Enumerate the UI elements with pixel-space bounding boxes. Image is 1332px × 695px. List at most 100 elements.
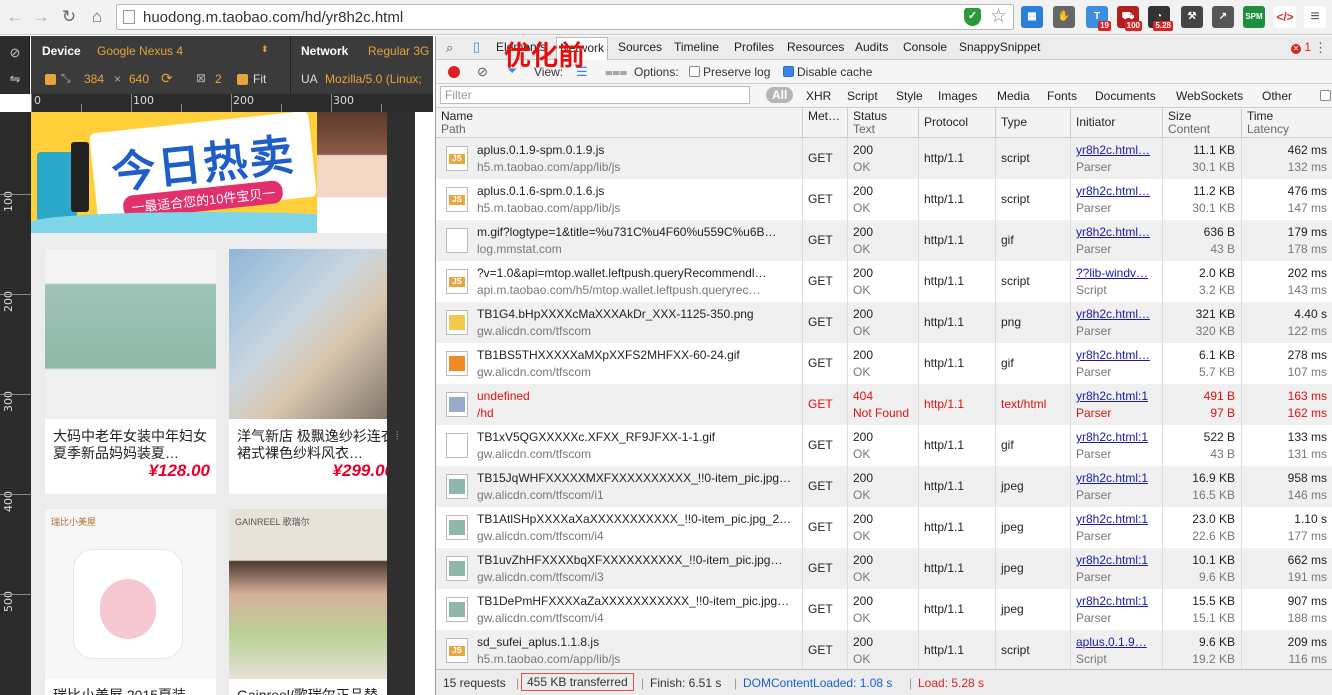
initiator-cell[interactable]: aplus.0.1.9… Script — [1070, 630, 1162, 671]
hot-sale-banner[interactable]: 今日热卖 一最适合您的10件宝贝一 — [31, 112, 387, 233]
col-status[interactable]: Status Text — [847, 108, 918, 138]
resolution-checkbox[interactable] — [45, 74, 56, 85]
clear-icon[interactable]: ⊘ — [477, 64, 488, 80]
tab-console[interactable]: Console — [903, 40, 947, 54]
overview-icon[interactable]: ⩶ — [605, 64, 627, 80]
tab-audits[interactable]: Audits — [855, 40, 888, 54]
table-row[interactable]: TB1G4.bHpXXXXcMaXXXAkDr_XXX-1125-350.png… — [436, 302, 1332, 343]
request-name-cell[interactable]: TB1uvZhHFXXXXbqXFXXXXXXXXXX_!!0-item_pic… — [436, 548, 802, 589]
request-name-cell[interactable]: JS ?v=1.0&api=mtop.wallet.leftpush.queryR… — [436, 261, 802, 302]
code-extension-icon[interactable]: </> — [1274, 6, 1296, 28]
request-name-cell[interactable]: TB1BS5THXXXXXaMXpXXFS2MHFXX-60-24.gif gw.… — [436, 343, 802, 384]
filter-websockets[interactable]: WebSockets — [1176, 89, 1243, 103]
tab-resources[interactable]: Resources — [787, 40, 844, 54]
initiator-cell[interactable]: yr8h2c.html:1 Parser — [1070, 466, 1162, 507]
tab-profiles[interactable]: Profiles — [734, 40, 774, 54]
col-method[interactable]: Met… — [802, 108, 847, 138]
back-icon[interactable]: ← — [4, 6, 26, 28]
filter-xhr[interactable]: XHR — [806, 89, 831, 103]
no-entry-icon[interactable]: ⊘ — [8, 46, 22, 60]
product-card[interactable]: GAINREEL 歌瑞尔 Gainreel/歌瑞尔正品替… — [229, 509, 400, 695]
table-row[interactable]: TB1DePmHFXXXXaZaXXXXXXXXXXX_!!0-item_pic… — [436, 589, 1332, 630]
tab-snappysnippet[interactable]: SnappySnippet — [959, 40, 1040, 54]
col-size[interactable]: Size Content — [1162, 108, 1241, 138]
filter-fonts[interactable]: Fonts — [1047, 89, 1077, 103]
device-mode-icon[interactable]: ▯ — [473, 39, 480, 55]
table-row[interactable]: TB1xV5QGXXXXXc.XFXX_RF9JFXX-1-1.gif gw.al… — [436, 425, 1332, 466]
qr-extension-icon[interactable]: ▦ — [1021, 6, 1043, 28]
table-row[interactable]: TB1BS5THXXXXXaMXpXXFS2MHFXX-60-24.gif gw.… — [436, 343, 1332, 384]
dpr-input[interactable]: 2 — [215, 72, 222, 86]
checkbox-box-checked[interactable] — [783, 66, 794, 77]
table-row[interactable]: JS aplus.0.1.9-spm.0.1.9.js h5.m.taobao.co… — [436, 138, 1332, 179]
initiator-cell[interactable]: ??lib-windv… Script — [1070, 261, 1162, 302]
record-icon[interactable] — [448, 66, 460, 78]
spm-extension-icon[interactable]: SPM — [1243, 6, 1265, 28]
height-input[interactable]: 640 — [129, 72, 149, 86]
url-text[interactable]: huodong.m.taobao.com/hd/yr8h2c.html — [143, 9, 403, 26]
chart-extension-icon[interactable]: ↗ — [1212, 6, 1234, 28]
dock-icon[interactable]: ⋮ — [1314, 40, 1327, 56]
hand-extension-icon[interactable]: ✋ — [1053, 6, 1075, 28]
initiator-cell[interactable]: yr8h2c.html… Parser — [1070, 138, 1162, 179]
forward-icon[interactable]: → — [30, 6, 52, 28]
table-row[interactable]: TB1AtlSHpXXXXaXaXXXXXXXXXXX_!!0-item_pic… — [436, 507, 1332, 548]
width-input[interactable]: 384 — [84, 72, 104, 86]
filter-images[interactable]: Images — [938, 89, 977, 103]
filter-all[interactable]: All — [766, 87, 794, 103]
table-row[interactable]: JS aplus.0.1.6-spm.0.1.6.js h5.m.taobao.co… — [436, 179, 1332, 220]
device-select[interactable]: Google Nexus 4 — [97, 44, 267, 58]
initiator-cell[interactable]: yr8h2c.html:1 Parser — [1070, 548, 1162, 589]
product-card[interactable]: 瑞比小美屋 瑞比小美屋 2015夏装… — [45, 509, 216, 695]
filter-documents[interactable]: Documents — [1095, 89, 1156, 103]
table-row[interactable]: JS sd_sufei_aplus.1.1.8.js h5.m.taobao.com… — [436, 630, 1332, 671]
table-row[interactable]: JS ?v=1.0&api=mtop.wallet.leftpush.queryR… — [436, 261, 1332, 302]
request-name-cell[interactable]: TB1xV5QGXXXXXc.XFXX_RF9JFXX-1-1.gif gw.al… — [436, 425, 802, 466]
grip-icon[interactable]: ⦙ — [396, 430, 398, 443]
col-type[interactable]: Type — [995, 108, 1070, 138]
initiator-cell[interactable]: yr8h2c.html:1 Parser — [1070, 589, 1162, 630]
product-image[interactable]: GAINREEL 歌瑞尔 — [229, 509, 400, 679]
address-bar[interactable]: huodong.m.taobao.com/hd/yr8h2c.html ✓ ☆ — [116, 4, 1014, 30]
product-image[interactable]: 瑞比小美屋 — [45, 509, 216, 679]
initiator-cell[interactable]: yr8h2c.html… Parser — [1070, 179, 1162, 220]
col-initiator[interactable]: Initiator — [1070, 108, 1162, 138]
viewport-resize-strip[interactable]: ⦙ — [387, 112, 415, 695]
tab-timeline[interactable]: Timeline — [674, 40, 719, 54]
request-name-cell[interactable]: JS aplus.0.1.6-spm.0.1.6.js h5.m.taobao.co… — [436, 179, 802, 220]
shield-icon[interactable]: ✓ — [964, 8, 981, 26]
disable-cache-checkbox[interactable]: Disable cache — [783, 65, 872, 79]
initiator-cell[interactable]: yr8h2c.html… Parser — [1070, 343, 1162, 384]
filter-input[interactable]: Filter — [440, 86, 750, 104]
table-row[interactable]: TB15JqWHFXXXXXMXFXXXXXXXXXX_!!0-item_pic… — [436, 466, 1332, 507]
inspect-icon[interactable]: ⌕ — [446, 40, 453, 56]
menu-icon[interactable]: ≡ — [1304, 6, 1326, 28]
checkbox-box[interactable] — [689, 66, 700, 77]
swap-icon[interactable]: ⇋ — [8, 72, 22, 86]
product-image[interactable] — [229, 249, 400, 419]
chevron-updown-icon[interactable]: ⬍ — [261, 44, 269, 55]
request-name-cell[interactable]: JS aplus.0.1.9-spm.0.1.9.js h5.m.taobao.co… — [436, 138, 802, 179]
col-protocol[interactable]: Protocol — [918, 108, 995, 138]
initiator-cell[interactable]: yr8h2c.html… Parser — [1070, 302, 1162, 343]
request-name-cell[interactable]: TB1G4.bHpXXXXcMaXXXAkDr_XXX-1125-350.png… — [436, 302, 802, 343]
filter-style[interactable]: Style — [896, 89, 923, 103]
request-name-cell[interactable]: TB15JqWHFXXXXXMXFXXXXXXXXXX_!!0-item_pic… — [436, 466, 802, 507]
request-name-cell[interactable]: undefined/hd — [436, 384, 802, 425]
rotate-icon[interactable]: ⟳ — [161, 70, 173, 87]
table-row[interactable]: TB1uvZhHFXXXXbqXFXXXXXXXXXX_!!0-item_pic… — [436, 548, 1332, 589]
product-title[interactable]: Gainreel/歌瑞尔正品替… — [237, 687, 395, 695]
product-card[interactable]: 大码中老年女装中年妇女夏季新品妈妈装夏… ¥128.00 — [45, 249, 216, 494]
request-name-cell[interactable]: TB1DePmHFXXXXaZaXXXXXXXXXXX_!!0-item_pic… — [436, 589, 802, 630]
tab-sources[interactable]: Sources — [618, 40, 662, 54]
fit-checkbox[interactable] — [237, 74, 248, 85]
preserve-log-checkbox[interactable]: Preserve log — [689, 65, 770, 79]
car-extension-icon[interactable]: ⛟ 100 — [1117, 6, 1142, 31]
product-title[interactable]: 瑞比小美屋 2015夏装… — [53, 687, 211, 695]
wrench-extension-icon[interactable]: ⚒ — [1181, 6, 1203, 28]
bookmark-star-icon[interactable]: ☆ — [990, 6, 1007, 28]
initiator-cell[interactable]: yr8h2c.html:1 Parser — [1070, 507, 1162, 548]
product-title[interactable]: 洋气新店 极飘逸纱衫连衣裙式裸色纱料风衣… — [237, 428, 395, 462]
network-select[interactable]: Regular 3G — [368, 44, 429, 58]
col-time[interactable]: Time Latency — [1241, 108, 1332, 138]
